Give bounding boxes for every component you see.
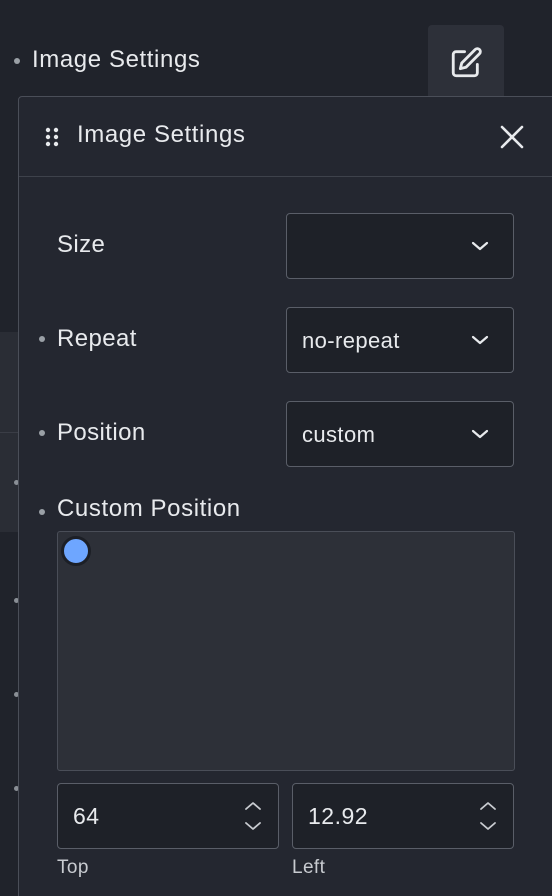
position-label: Position [57, 419, 146, 446]
top-input[interactable]: 64 [57, 783, 279, 849]
left-value: 12.92 [308, 803, 369, 829]
repeat-label: Repeat [57, 325, 137, 352]
bullet-dot [39, 336, 45, 342]
popover-header: Image Settings [19, 97, 552, 177]
edit-button[interactable] [428, 25, 504, 101]
position-select[interactable]: custom [286, 401, 514, 467]
app-root: Image Settings Image Settings Size Repea… [0, 0, 552, 896]
close-button[interactable] [497, 122, 527, 152]
left-caption: Left [292, 857, 326, 878]
chevron-down-icon[interactable] [479, 820, 497, 832]
background-divider [0, 432, 20, 433]
drag-handle-icon[interactable] [45, 127, 59, 147]
close-icon [500, 125, 524, 149]
background-settings-row: Image Settings [0, 22, 540, 102]
size-label: Size [57, 231, 106, 258]
top-value: 64 [73, 803, 100, 829]
position-handle[interactable] [61, 536, 91, 566]
chevron-down-icon [471, 241, 489, 251]
position-row: Position custom [19, 401, 552, 467]
bullet-dot [39, 430, 45, 436]
left-input[interactable]: 12.92 [292, 783, 514, 849]
bullet-dot [39, 509, 45, 515]
chevron-down-icon [471, 335, 489, 345]
chevron-up-icon[interactable] [244, 800, 262, 812]
bullet-dot [14, 58, 20, 64]
chevron-down-icon [471, 429, 489, 439]
size-select[interactable] [286, 213, 514, 279]
chevron-up-icon[interactable] [479, 800, 497, 812]
top-caption: Top [57, 857, 89, 878]
image-settings-popover: Image Settings Size Repeat no-repeat Pos… [18, 96, 552, 896]
custom-position-label: Custom Position [57, 495, 241, 522]
custom-position-picker[interactable] [57, 531, 515, 771]
repeat-select[interactable]: no-repeat [286, 307, 514, 373]
background-settings-title: Image Settings [32, 46, 201, 73]
edit-icon [451, 47, 482, 78]
repeat-row: Repeat no-repeat [19, 307, 552, 373]
position-value: custom [302, 422, 376, 447]
size-row: Size [19, 213, 552, 279]
popover-title: Image Settings [77, 121, 246, 148]
repeat-value: no-repeat [302, 328, 400, 353]
chevron-down-icon[interactable] [244, 820, 262, 832]
